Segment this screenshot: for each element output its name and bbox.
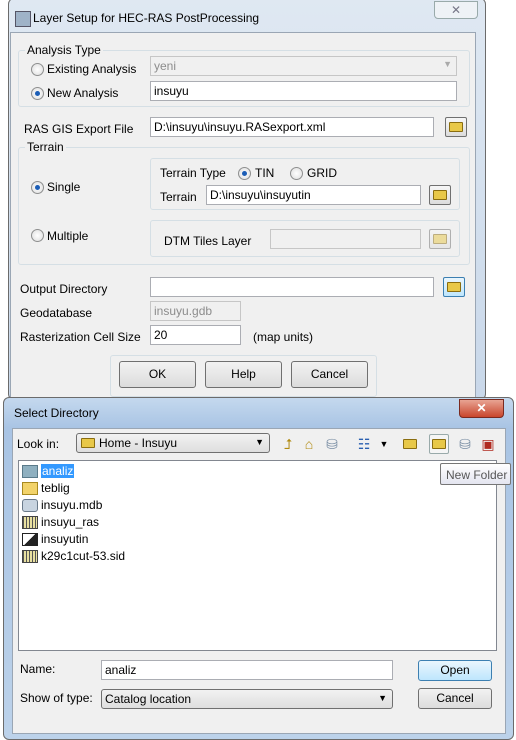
- grid-label: GRID: [307, 166, 337, 180]
- folder-icon: [22, 464, 38, 478]
- grid-radio[interactable]: [290, 167, 303, 180]
- look-in-label: Look in:: [17, 437, 60, 451]
- up-one-level-icon[interactable]: ⮥: [278, 434, 298, 454]
- tooltip: New Folder: [440, 463, 511, 485]
- home-icon[interactable]: ⌂: [299, 434, 319, 454]
- app-icon: [15, 11, 31, 27]
- terrain-type-label: Terrain Type: [160, 166, 226, 180]
- new-analysis-radio[interactable]: [31, 87, 44, 100]
- existing-analysis-label: Existing Analysis: [47, 62, 137, 76]
- chevron-down-icon: ▼: [378, 693, 387, 703]
- chevron-down-icon: ▼: [255, 437, 264, 447]
- open-folder-icon: [433, 190, 447, 200]
- geodatabase-label: Geodatabase: [20, 306, 93, 320]
- cell-size-label: Rasterization Cell Size: [20, 330, 141, 344]
- output-dir-browse-button[interactable]: [443, 277, 465, 297]
- connect-folder-icon[interactable]: [400, 434, 420, 454]
- new-database-icon[interactable]: ⛁: [455, 434, 475, 454]
- database-icon: [22, 498, 38, 512]
- folder-icon: [22, 481, 38, 495]
- output-dir-label: Output Directory: [20, 282, 108, 296]
- home-folder-icon: [81, 438, 95, 448]
- help-button[interactable]: Help: [205, 361, 282, 388]
- close-button[interactable]: ✕: [434, 1, 478, 19]
- ras-export-label: RAS GIS Export File: [24, 122, 134, 136]
- dialog-title: Select Directory: [14, 406, 99, 420]
- ras-export-browse-button[interactable]: [445, 117, 467, 137]
- list-item[interactable]: analiz: [22, 463, 75, 479]
- connect-database-icon[interactable]: ⛁: [322, 434, 342, 454]
- type-label: Show of type:: [20, 691, 93, 705]
- terrain-browse-button[interactable]: [429, 185, 451, 205]
- raster-icon: [22, 515, 38, 529]
- new-folder-icon[interactable]: [429, 434, 449, 454]
- dialog-close-button[interactable]: ✕: [459, 399, 504, 418]
- list-item[interactable]: insuyu.mdb: [22, 497, 102, 513]
- name-label: Name:: [20, 662, 56, 676]
- look-in-combo[interactable]: Home - Insuyu ▼: [76, 433, 270, 453]
- list-item[interactable]: k29c1cut-53.sid: [22, 548, 125, 564]
- dtm-browse-button[interactable]: [429, 229, 451, 249]
- multiple-label: Multiple: [47, 229, 89, 243]
- single-label: Single: [47, 180, 81, 194]
- view-list-icon[interactable]: ☷: [354, 434, 374, 454]
- window-title: Layer Setup for HEC-RAS PostProcessing: [33, 11, 260, 25]
- type-select[interactable]: Catalog location ▼: [101, 689, 393, 709]
- existing-analysis-radio[interactable]: [31, 63, 44, 76]
- dialog-cancel-button[interactable]: Cancel: [418, 688, 492, 709]
- ras-export-input[interactable]: D:\insuyu\insuyu.RASexport.xml: [150, 117, 434, 137]
- open-folder-icon: [433, 234, 447, 244]
- cancel-button[interactable]: Cancel: [291, 361, 368, 388]
- open-button[interactable]: Open: [418, 660, 492, 681]
- new-analysis-input[interactable]: insuyu: [150, 81, 457, 101]
- tin-icon: [22, 532, 38, 546]
- tin-label: TIN: [255, 166, 275, 180]
- open-folder-icon: [449, 122, 463, 132]
- ok-button[interactable]: OK: [119, 361, 196, 388]
- tin-radio[interactable]: [238, 167, 251, 180]
- list-item[interactable]: teblig: [22, 480, 70, 496]
- raster-icon: [22, 549, 38, 563]
- cell-size-input[interactable]: 20: [150, 325, 241, 345]
- terrain-input[interactable]: D:\insuyu\insuyutin: [206, 185, 421, 205]
- multiple-radio[interactable]: [31, 229, 44, 242]
- list-item[interactable]: insuyutin: [22, 531, 88, 547]
- name-input[interactable]: analiz: [101, 660, 393, 680]
- view-dropdown-icon[interactable]: ▼: [374, 434, 394, 454]
- new-analysis-label: New Analysis: [47, 86, 119, 100]
- list-item[interactable]: insuyu_ras: [22, 514, 99, 530]
- existing-analysis-combo[interactable]: yeni ▼: [150, 56, 457, 76]
- geodatabase-input[interactable]: insuyu.gdb: [150, 301, 241, 321]
- single-radio[interactable]: [31, 181, 44, 194]
- toolbox-icon[interactable]: ▣: [478, 434, 498, 454]
- dtm-tiles-input[interactable]: [270, 229, 421, 249]
- output-dir-input[interactable]: [150, 277, 434, 297]
- open-folder-icon: [447, 282, 461, 292]
- cell-size-unit: (map units): [253, 330, 314, 344]
- dtm-tiles-label: DTM Tiles Layer: [164, 234, 252, 248]
- terrain-label: Terrain: [160, 190, 197, 204]
- chevron-down-icon: ▼: [443, 59, 452, 69]
